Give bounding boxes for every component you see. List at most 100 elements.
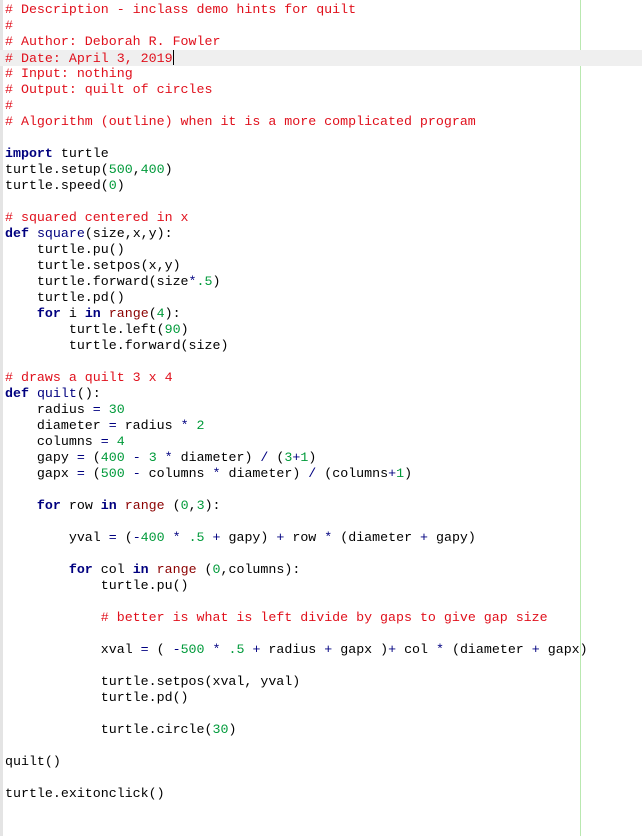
code-line[interactable]: # Algorithm (outline) when it is a more … bbox=[5, 114, 642, 130]
code-line[interactable]: quilt() bbox=[5, 754, 642, 770]
code-line[interactable]: def square(size,x,y): bbox=[5, 226, 642, 242]
operator-token: = bbox=[76, 466, 85, 481]
code-line[interactable]: turtle.pu() bbox=[5, 242, 642, 258]
operator-token: + bbox=[388, 642, 397, 657]
number-token: .5 bbox=[188, 530, 205, 545]
comment-token: # Algorithm (outline) when it is a more … bbox=[5, 114, 476, 129]
code-text-token: turtle.setpos(x,y) bbox=[5, 258, 181, 273]
number-token: 400 bbox=[140, 162, 165, 177]
code-line[interactable]: gapy = (400 - 3 * diameter) / (3+1) bbox=[5, 450, 642, 466]
code-line[interactable]: # Description - inclass demo hints for q… bbox=[5, 2, 642, 18]
code-line[interactable]: diameter = radius * 2 bbox=[5, 418, 642, 434]
code-line[interactable]: # squared centered in x bbox=[5, 210, 642, 226]
code-line[interactable] bbox=[5, 738, 642, 754]
code-line[interactable]: gapx = (500 - columns * diameter) / (col… bbox=[5, 466, 642, 482]
operator-token: * bbox=[188, 274, 197, 289]
code-line[interactable]: # bbox=[5, 98, 642, 114]
code-line[interactable] bbox=[5, 194, 642, 210]
code-line[interactable] bbox=[5, 706, 642, 722]
code-line[interactable]: for row in range (0,3): bbox=[5, 498, 642, 514]
code-text-token: turtle.setup( bbox=[5, 162, 109, 177]
code-line[interactable] bbox=[5, 354, 642, 370]
code-line[interactable]: turtle.pd() bbox=[5, 690, 642, 706]
code-line[interactable]: turtle.pd() bbox=[5, 290, 642, 306]
code-line[interactable]: turtle.exitonclick() bbox=[5, 786, 642, 802]
code-line[interactable] bbox=[5, 658, 642, 674]
number-token: 2 bbox=[196, 418, 205, 433]
code-line[interactable]: import turtle bbox=[5, 146, 642, 162]
code-line[interactable]: turtle.forward(size) bbox=[5, 338, 642, 354]
number-token: .5 bbox=[228, 642, 245, 657]
number-token: 30 bbox=[108, 402, 125, 417]
number-token: 30 bbox=[212, 722, 229, 737]
code-line[interactable]: # better is what is left divide by gaps … bbox=[5, 610, 642, 626]
code-line[interactable]: # Date: April 3, 2019 bbox=[0, 50, 642, 66]
code-line[interactable]: radius = 30 bbox=[5, 402, 642, 418]
code-text-token: radius bbox=[260, 642, 325, 657]
comment-token: # Author: Deborah R. Fowler bbox=[5, 34, 221, 49]
code-line[interactable] bbox=[5, 594, 642, 610]
code-line[interactable]: for i in range(4): bbox=[5, 306, 642, 322]
comment-token: # Output: quilt of circles bbox=[5, 82, 213, 97]
code-line[interactable]: turtle.circle(30) bbox=[5, 722, 642, 738]
code-editor[interactable]: # Description - inclass demo hints for q… bbox=[0, 2, 642, 802]
code-text-token: diameter) bbox=[172, 450, 261, 465]
code-line[interactable]: turtle.forward(size*.5) bbox=[5, 274, 642, 290]
code-line[interactable] bbox=[5, 770, 642, 786]
text-caret bbox=[172, 50, 174, 65]
operator-token: * bbox=[164, 450, 173, 465]
operator-token: = bbox=[76, 450, 85, 465]
number-token: 500 bbox=[108, 162, 133, 177]
code-line[interactable]: columns = 4 bbox=[5, 434, 642, 450]
code-line[interactable] bbox=[5, 514, 642, 530]
code-text-token: turtle.pu() bbox=[5, 578, 189, 593]
keyword-token: def bbox=[5, 386, 29, 401]
operator-token: - bbox=[132, 530, 141, 545]
number-token: 4 bbox=[116, 434, 125, 449]
keyword-token: in bbox=[84, 306, 101, 321]
code-text-token: turtle.left( bbox=[5, 322, 165, 337]
code-line[interactable]: turtle.pu() bbox=[5, 578, 642, 594]
code-line[interactable]: # Author: Deborah R. Fowler bbox=[5, 34, 642, 50]
code-text-token: (diameter bbox=[443, 642, 532, 657]
code-text-token: ) bbox=[404, 466, 413, 481]
code-text-token: ) bbox=[180, 322, 189, 337]
code-line[interactable]: def quilt(): bbox=[5, 386, 642, 402]
code-line[interactable]: for col in range (0,columns): bbox=[5, 562, 642, 578]
code-line[interactable]: # Output: quilt of circles bbox=[5, 82, 642, 98]
code-line[interactable]: turtle.setup(500,400) bbox=[5, 162, 642, 178]
code-line[interactable] bbox=[5, 130, 642, 146]
code-text-token: ( bbox=[196, 562, 213, 577]
code-text-token: turtle.forward(size bbox=[5, 274, 189, 289]
code-line[interactable]: # Input: nothing bbox=[5, 66, 642, 82]
code-line[interactable]: # draws a quilt 3 x 4 bbox=[5, 370, 642, 386]
code-text-token: turtle bbox=[52, 146, 109, 161]
code-line[interactable]: # bbox=[5, 18, 642, 34]
code-line[interactable]: turtle.setpos(x,y) bbox=[5, 258, 642, 274]
code-text-token: (diameter bbox=[332, 530, 421, 545]
code-line[interactable] bbox=[5, 546, 642, 562]
code-text-token: turtle.pd() bbox=[5, 690, 189, 705]
code-line[interactable] bbox=[5, 482, 642, 498]
code-line[interactable]: xval = ( -500 * .5 + radius + gapx )+ co… bbox=[5, 642, 642, 658]
code-line[interactable]: turtle.setpos(xval, yval) bbox=[5, 674, 642, 690]
operator-token: - bbox=[172, 642, 181, 657]
code-text-token: ( bbox=[84, 450, 101, 465]
code-line[interactable] bbox=[5, 626, 642, 642]
operator-token: - bbox=[132, 466, 141, 481]
code-text-token: diameter bbox=[5, 418, 109, 433]
code-text-token: turtle.pd() bbox=[5, 290, 125, 305]
code-line[interactable]: turtle.left(90) bbox=[5, 322, 642, 338]
keyword-token: for bbox=[36, 306, 61, 321]
code-text-token: turtle.pu() bbox=[5, 242, 125, 257]
code-line[interactable]: yval = (-400 * .5 + gapy) + row * (diame… bbox=[5, 530, 642, 546]
code-text-token: turtle.exitonclick() bbox=[5, 786, 165, 801]
function-name-token: square bbox=[36, 226, 85, 241]
code-line[interactable]: turtle.speed(0) bbox=[5, 178, 642, 194]
code-text-token: i bbox=[60, 306, 85, 321]
number-token: 4 bbox=[156, 306, 165, 321]
code-text-token: xval bbox=[5, 642, 141, 657]
